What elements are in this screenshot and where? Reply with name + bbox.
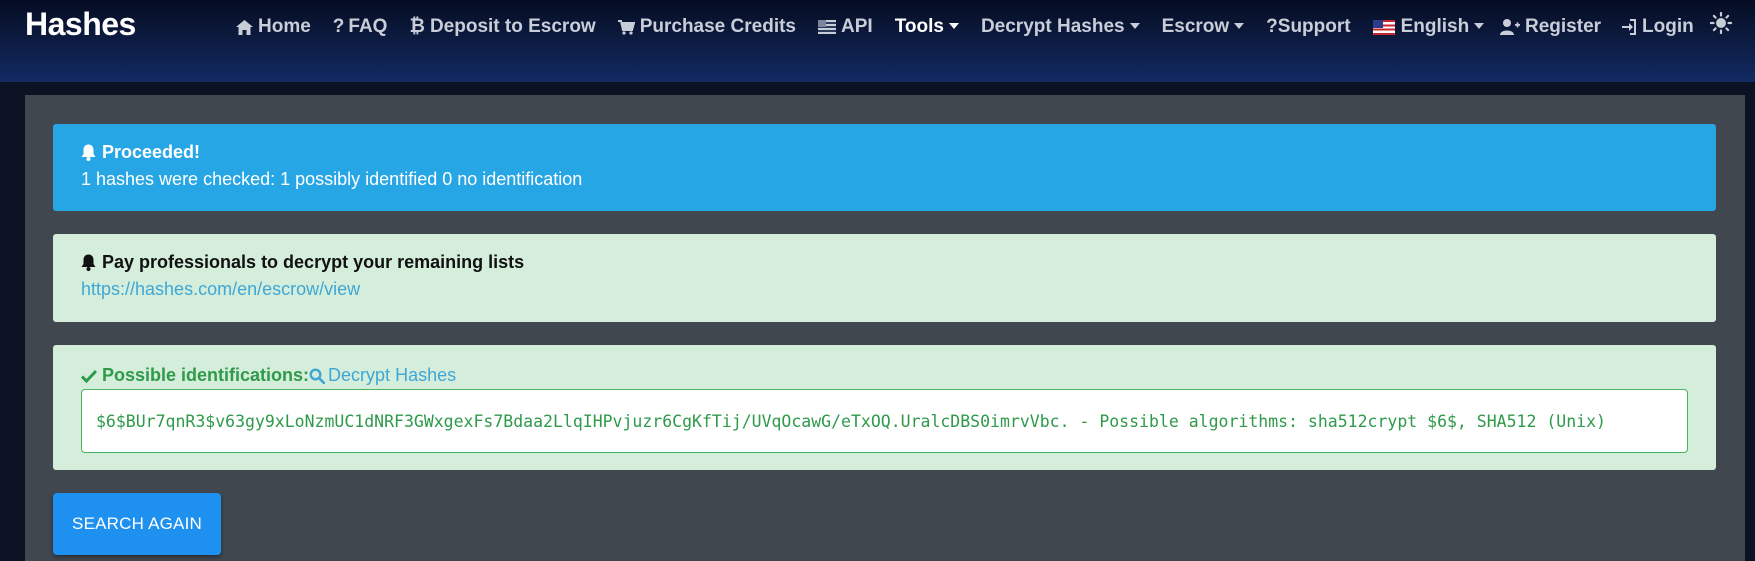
- nav-api[interactable]: API: [818, 16, 873, 38]
- nav-home-label: Home: [258, 16, 311, 37]
- search-again-button[interactable]: SEARCH AGAIN: [53, 493, 221, 555]
- info-alert-title: Proceeded!: [81, 142, 200, 163]
- nav-decrypt[interactable]: Decrypt Hashes: [981, 16, 1140, 38]
- main-panel: Proceeded! 1 hashes were checked: 1 poss…: [25, 95, 1745, 561]
- promo-alert: Pay professionals to decrypt your remain…: [53, 234, 1716, 322]
- nav-tools-label: Tools: [894, 16, 944, 37]
- sign-in-icon: [1622, 19, 1637, 35]
- promo-alert-title: Pay professionals to decrypt your remain…: [81, 252, 524, 273]
- caret-down-icon: [1234, 23, 1245, 29]
- nav-register-label: Register: [1525, 16, 1602, 37]
- result-alert: Possible identifications: Decrypt Hashes…: [53, 345, 1716, 470]
- sun-icon[interactable]: [1710, 12, 1732, 34]
- promo-alert-title-text: Pay professionals to decrypt your remain…: [102, 252, 525, 272]
- nav-api-label: API: [841, 16, 873, 37]
- nav-escrow-label: Escrow: [1161, 16, 1230, 37]
- nav-language[interactable]: English: [1372, 16, 1485, 38]
- brand-logo[interactable]: Hashes: [25, 6, 136, 43]
- result-label: Possible identifications:: [102, 365, 310, 385]
- nav-decrypt-label: Decrypt Hashes: [980, 16, 1125, 37]
- nav-escrow[interactable]: Escrow: [1162, 16, 1245, 38]
- navbar: Hashes Home ? FAQ ₿ Deposit to Escrow Pu…: [0, 0, 1755, 82]
- nav-purchase[interactable]: Purchase Credits: [617, 16, 796, 38]
- nav-faq-label: FAQ: [348, 16, 388, 37]
- check-icon: [81, 369, 97, 383]
- question-icon: ?: [1266, 16, 1278, 37]
- user-nav: Register Login: [1500, 14, 1714, 40]
- nav-tools[interactable]: Tools: [895, 16, 959, 38]
- nav-support-label: Support: [1277, 16, 1351, 37]
- nav-login-label: Login: [1642, 16, 1694, 37]
- result-header: Possible identifications: Decrypt Hashes: [81, 365, 456, 386]
- caret-down-icon: [948, 23, 959, 29]
- info-alert-title-text: Proceeded!: [102, 142, 201, 162]
- nav-home[interactable]: Home: [236, 16, 311, 38]
- nav-faq[interactable]: ? FAQ: [333, 16, 388, 38]
- nav-purchase-label: Purchase Credits: [639, 16, 796, 37]
- info-alert-text: 1 hashes were checked: 1 possibly identi…: [81, 169, 583, 189]
- us-flag-icon: [1372, 19, 1395, 35]
- user-plus-icon: [1500, 19, 1520, 35]
- home-icon: [236, 19, 253, 35]
- decrypt-hashes-link-text: Decrypt Hashes: [328, 365, 457, 385]
- bell-icon: [81, 144, 96, 161]
- info-alert: Proceeded! 1 hashes were checked: 1 poss…: [53, 124, 1716, 211]
- nav-register[interactable]: Register: [1500, 16, 1601, 38]
- bell-icon: [81, 254, 96, 271]
- result-output[interactable]: $6$BUr7qnR3$v63gy9xLoNzmUC1dNRF3GWxgexFs…: [81, 389, 1688, 453]
- escrow-link[interactable]: https://hashes.com/en/escrow/view: [81, 279, 360, 300]
- api-flag-icon: [818, 20, 836, 34]
- cart-icon: [617, 19, 635, 35]
- nav-support[interactable]: ? Support: [1266, 16, 1350, 38]
- caret-down-icon: [1474, 23, 1485, 29]
- nav-language-label: English: [1400, 16, 1470, 37]
- search-icon: [309, 367, 326, 384]
- nav-deposit-label: Deposit to Escrow: [429, 16, 596, 37]
- nav-deposit[interactable]: ₿ Deposit to Escrow: [409, 16, 595, 38]
- main-nav: Home ? FAQ ₿ Deposit to Escrow Purchase …: [236, 14, 1506, 40]
- decrypt-hashes-link[interactable]: Decrypt Hashes: [309, 365, 456, 386]
- caret-down-icon: [1129, 23, 1140, 29]
- question-icon: ?: [332, 16, 345, 37]
- nav-login[interactable]: Login: [1621, 16, 1694, 38]
- bitcoin-icon: ₿: [409, 16, 425, 37]
